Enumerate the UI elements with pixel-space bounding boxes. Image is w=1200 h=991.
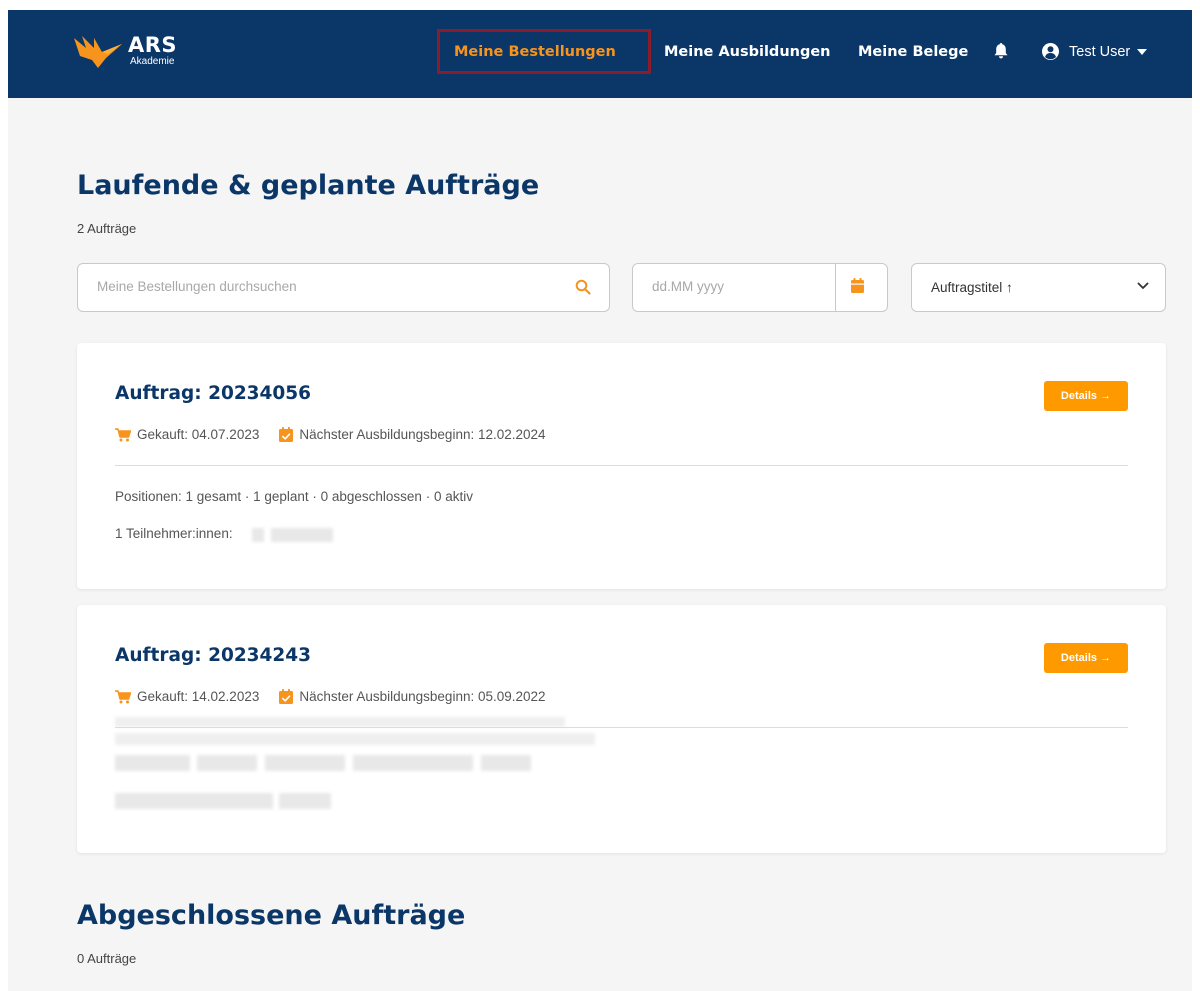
page: ARS Akademie Meine Bestellungen Meine Au… bbox=[8, 10, 1192, 991]
order-card: Auftrag: 20234056 Details → Gekauft: 04.… bbox=[77, 343, 1166, 589]
positions-summary: Positionen: 1 gesamt · 1 geplant · 0 abg… bbox=[115, 489, 473, 504]
redacted-text bbox=[353, 755, 473, 771]
order-meta: Gekauft: 14.02.2023 Nächster Ausbildungs… bbox=[115, 689, 566, 704]
redacted-text bbox=[271, 528, 333, 542]
redacted-text bbox=[115, 793, 273, 809]
user-menu[interactable]: Test User bbox=[1042, 43, 1148, 60]
nav-meine-belege[interactable]: Meine Belege bbox=[858, 44, 968, 60]
search-box bbox=[77, 263, 610, 312]
redacted-text bbox=[115, 717, 565, 727]
redacted-text bbox=[252, 528, 264, 542]
details-button[interactable]: Details → bbox=[1044, 643, 1128, 673]
navbar: ARS Akademie Meine Bestellungen Meine Au… bbox=[8, 10, 1192, 98]
search-icon[interactable] bbox=[575, 279, 591, 295]
user-name: Test User bbox=[1069, 43, 1131, 60]
calendar-check-icon bbox=[279, 427, 294, 442]
redacted-text bbox=[115, 755, 190, 771]
date-divider bbox=[835, 264, 836, 311]
cart-icon bbox=[115, 689, 131, 703]
current-order-count: 2 Aufträge bbox=[77, 221, 137, 236]
order-card: Auftrag: 20234243 Details → Gekauft: 14.… bbox=[77, 605, 1166, 853]
next-training-start: Nächster Ausbildungsbeginn: 12.02.2024 bbox=[299, 427, 546, 442]
purchase-date: Gekauft: 14.02.2023 bbox=[137, 689, 260, 704]
chevron-down-icon bbox=[1137, 282, 1149, 289]
card-divider bbox=[115, 465, 1128, 466]
details-button[interactable]: Details → bbox=[1044, 381, 1128, 411]
card-divider bbox=[115, 727, 1128, 728]
caret-down-icon bbox=[1137, 48, 1148, 55]
redacted-text bbox=[265, 755, 345, 771]
redacted-text bbox=[279, 793, 331, 809]
date-input[interactable] bbox=[652, 279, 822, 294]
sort-select[interactable]: Auftragstitel ↑ bbox=[911, 263, 1166, 312]
purchase-date: Gekauft: 04.07.2023 bbox=[137, 427, 260, 442]
participants-label: 1 Teilnehmer:innen: bbox=[115, 526, 233, 541]
nav-meine-ausbildungen[interactable]: Meine Ausbildungen bbox=[664, 44, 831, 60]
completed-order-count: 0 Aufträge bbox=[77, 951, 137, 966]
redacted-text bbox=[115, 733, 595, 745]
user-circle-icon bbox=[1042, 43, 1059, 60]
calendar-icon[interactable] bbox=[851, 278, 864, 293]
logo-title: ARS bbox=[128, 33, 178, 57]
search-input[interactable] bbox=[97, 279, 537, 294]
page-title: Laufende & geplante Aufträge bbox=[77, 170, 540, 201]
bell-icon[interactable] bbox=[994, 43, 1008, 59]
redacted-text bbox=[481, 755, 531, 771]
date-filter bbox=[632, 263, 888, 312]
logo-subtitle: Akademie bbox=[130, 56, 175, 67]
calendar-check-icon bbox=[279, 689, 294, 704]
order-title: Auftrag: 20234056 bbox=[115, 383, 312, 404]
order-meta: Gekauft: 04.07.2023 Nächster Ausbildungs… bbox=[115, 427, 566, 442]
order-title: Auftrag: 20234243 bbox=[115, 645, 312, 666]
redacted-text bbox=[197, 755, 257, 771]
completed-heading: Abgeschlossene Aufträge bbox=[77, 900, 466, 931]
cart-icon bbox=[115, 427, 131, 441]
logo[interactable]: ARS Akademie bbox=[72, 34, 177, 70]
nav-meine-bestellungen[interactable]: Meine Bestellungen bbox=[454, 44, 616, 60]
next-training-start: Nächster Ausbildungsbeginn: 05.09.2022 bbox=[299, 689, 546, 704]
sort-label: Auftragstitel ↑ bbox=[931, 280, 1013, 295]
eagle-logo-icon bbox=[74, 36, 122, 68]
